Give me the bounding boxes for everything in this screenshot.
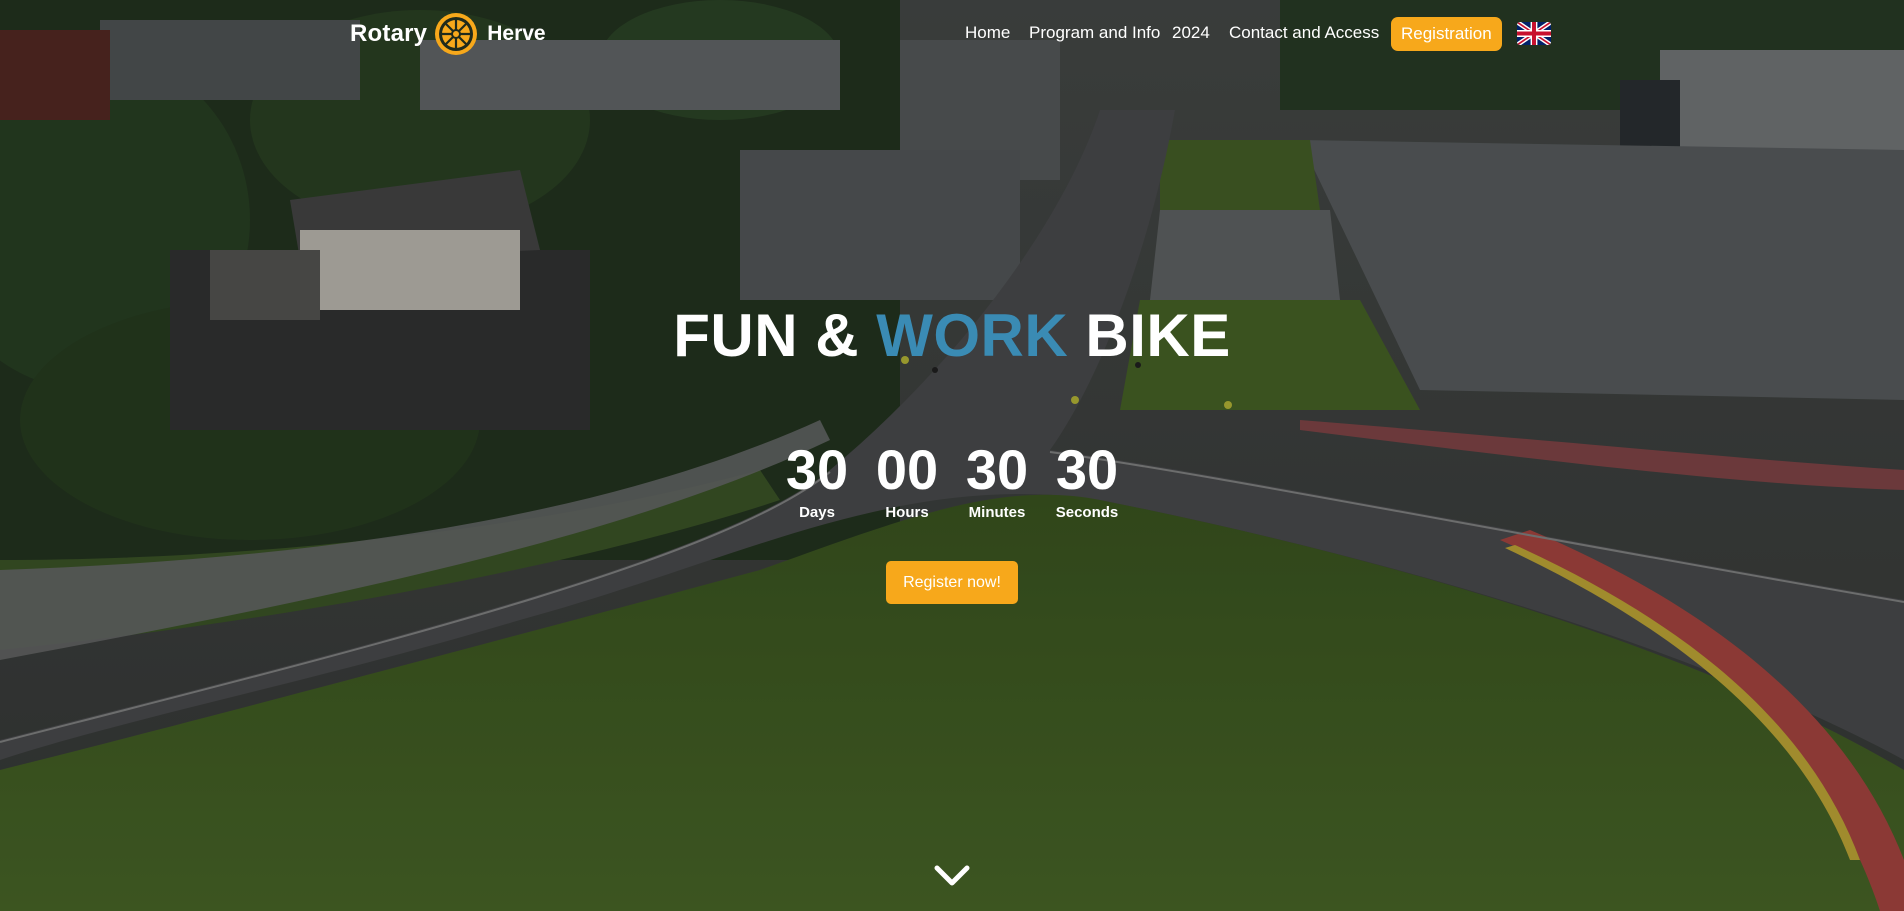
countdown-hours-label: Hours: [885, 504, 929, 521]
countdown-minutes-value: 30: [965, 438, 1029, 501]
register-now-button[interactable]: Register now!: [886, 561, 1018, 604]
nav-link-program-info[interactable]: Program and Info: [1029, 23, 1160, 43]
nav-link-2024[interactable]: 2024: [1172, 23, 1210, 43]
hero-title-part2: BIKE: [1068, 302, 1231, 369]
uk-flag-icon[interactable]: [1517, 22, 1551, 45]
chevron-down-icon[interactable]: [932, 862, 972, 890]
hero-title-accent: WORK: [876, 302, 1069, 369]
countdown-hours: 00 Hours: [872, 438, 942, 522]
countdown-days-value: 30: [785, 438, 849, 501]
countdown-hours-value: 00: [875, 438, 939, 501]
countdown-days: 30 Days: [782, 438, 852, 522]
logo-text-rotary: Rotary: [350, 20, 428, 47]
registration-button[interactable]: Registration: [1391, 17, 1502, 51]
countdown-timer: 30 Days 00 Hours 30 Minutes 30 Seconds: [0, 438, 1904, 522]
nav-link-contact-access[interactable]: Contact and Access: [1229, 23, 1379, 43]
rotary-wheel-icon: [435, 13, 478, 55]
countdown-days-label: Days: [799, 504, 835, 521]
site-logo[interactable]: Rotary Herve: [350, 11, 546, 57]
countdown-minutes: 30 Minutes: [962, 438, 1032, 522]
countdown-minutes-label: Minutes: [968, 504, 1026, 521]
nav-link-home[interactable]: Home: [965, 23, 1010, 43]
hero-title: FUN & WORK BIKE: [0, 300, 1904, 372]
hero-title-part1: FUN &: [673, 302, 877, 369]
countdown-seconds: 30 Seconds: [1052, 438, 1122, 522]
countdown-seconds-value: 30: [1055, 438, 1119, 501]
countdown-seconds-label: Seconds: [1055, 504, 1119, 521]
logo-text-herve: Herve: [487, 22, 546, 45]
